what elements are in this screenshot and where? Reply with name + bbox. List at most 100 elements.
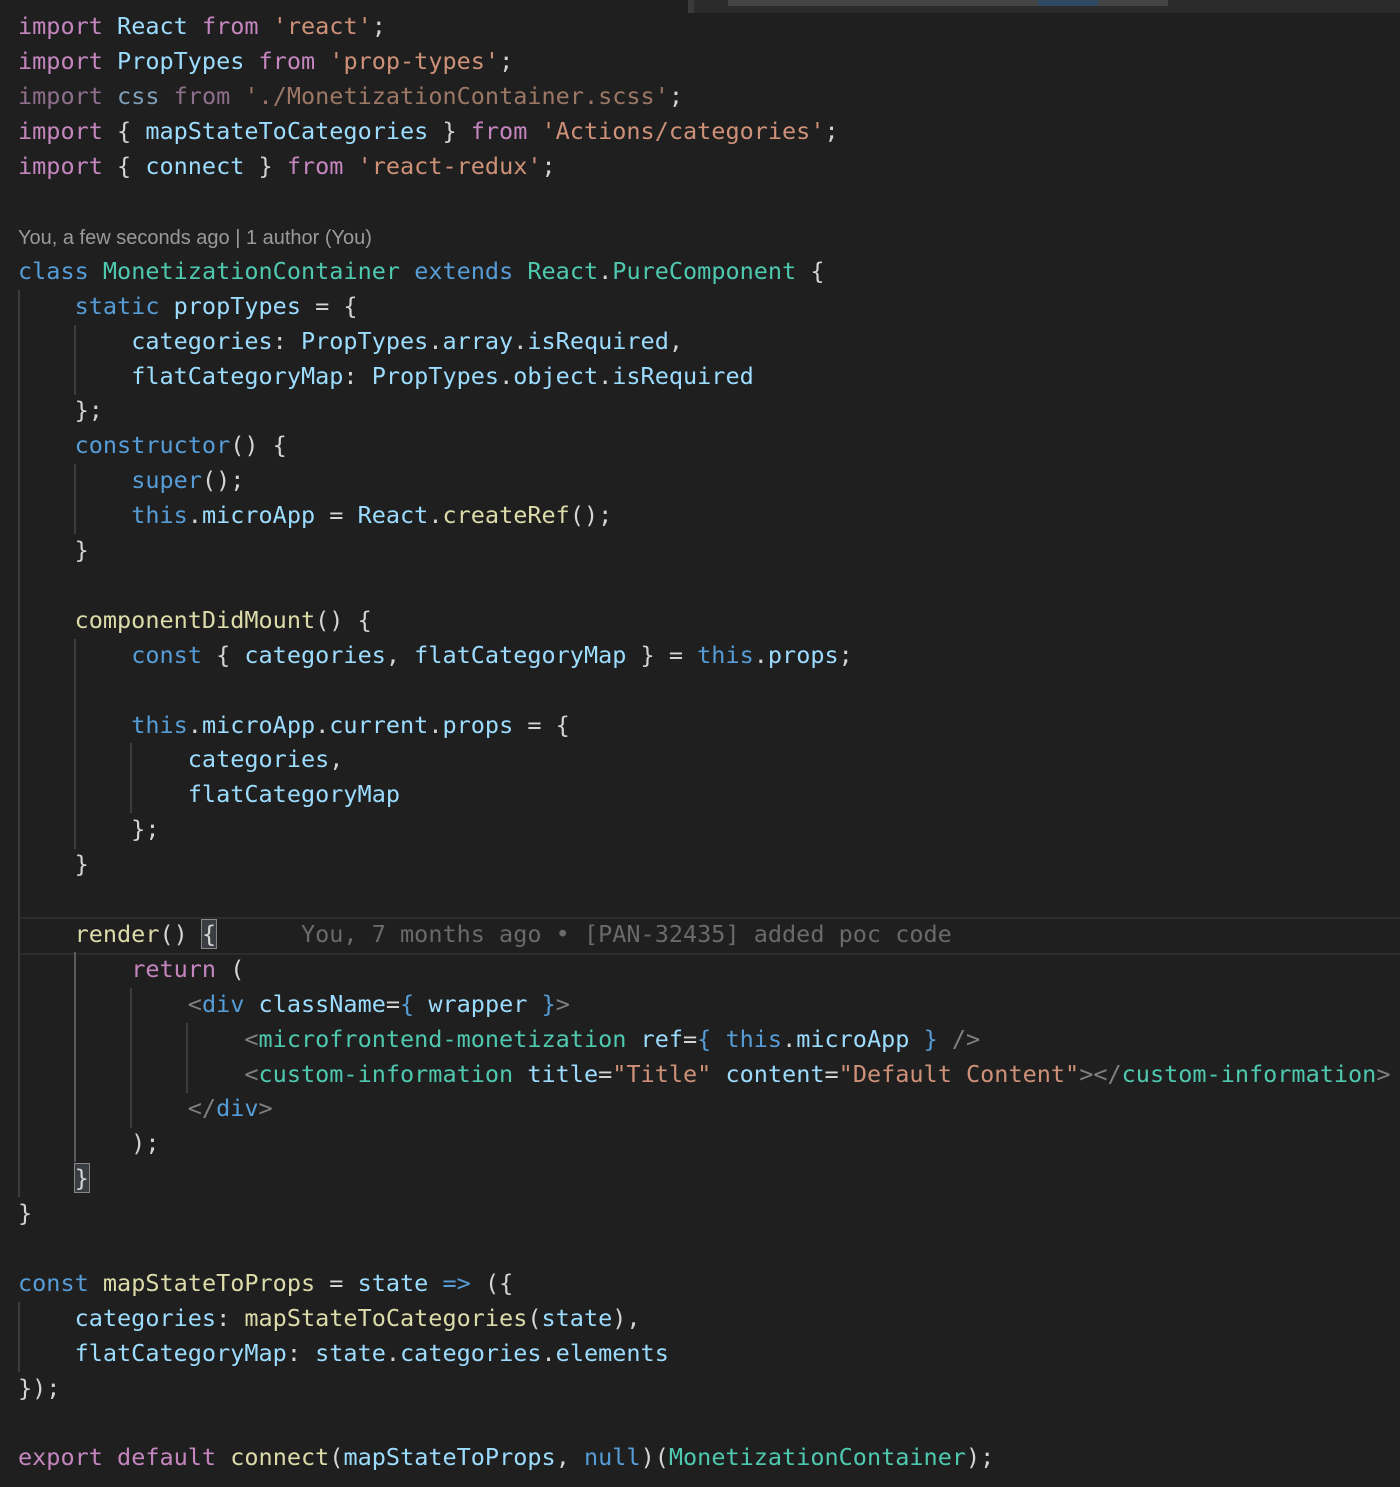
token: .	[187, 501, 202, 529]
code-line[interactable]: static propTypes = {	[18, 289, 358, 324]
token: 'prop-types'	[329, 47, 500, 75]
token: .	[541, 1339, 556, 1367]
token: :	[216, 1304, 245, 1332]
code-line[interactable]: import { connect } from 'react-redux';	[18, 149, 556, 184]
code-line[interactable]: super();	[18, 463, 244, 498]
token: >	[555, 990, 570, 1018]
token: ({	[470, 1269, 514, 1297]
token: <	[244, 1025, 259, 1053]
inline-git-blame[interactable]: You, 7 months ago • [PAN-32435] added po…	[301, 920, 952, 948]
token: const	[18, 1269, 89, 1297]
token: {	[102, 117, 146, 145]
code-line[interactable]: }	[18, 1196, 32, 1231]
token: object	[513, 362, 599, 390]
token: content	[725, 1060, 825, 1088]
token: }	[18, 850, 89, 878]
token: PureComponent	[612, 257, 797, 285]
code-line[interactable]: }	[18, 847, 89, 882]
token: this	[725, 1025, 783, 1053]
code-line[interactable]: import css from './MonetizationContainer…	[18, 79, 683, 114]
token: import	[18, 47, 103, 75]
code-line[interactable]: import { mapStateToCategories } from 'Ac…	[18, 114, 839, 149]
token: import	[18, 82, 103, 110]
peek-scrollbar[interactable]	[728, 0, 1168, 6]
code-line[interactable]: import PropTypes from 'prop-types';	[18, 44, 513, 79]
code-line[interactable]: return (	[18, 952, 244, 987]
token: .	[499, 362, 514, 390]
token: (	[527, 1304, 542, 1332]
code-line[interactable]: categories,	[18, 742, 344, 777]
token: null	[583, 1443, 641, 1471]
code-line[interactable]: this.microApp = React.createRef();	[18, 498, 612, 533]
token: props	[442, 711, 514, 739]
code-line[interactable]: this.microApp.current.props = {	[18, 708, 570, 743]
token: "Title"	[612, 1060, 712, 1088]
code-line[interactable]: <div className={ wrapper }>	[18, 987, 570, 1022]
code-line[interactable]: };	[18, 393, 103, 428]
code-line[interactable]: export default connect(mapStateToProps, …	[18, 1440, 994, 1475]
token: import	[18, 152, 103, 180]
token: custom-information	[1121, 1060, 1377, 1088]
token: categories	[187, 745, 330, 773]
code-line[interactable]: componentDidMount() {	[18, 603, 372, 638]
token: ();	[201, 466, 245, 494]
code-line[interactable]: <custom-information title="Title" conten…	[18, 1057, 1390, 1092]
code-line[interactable]: const { categories, flatCategoryMap } = …	[18, 638, 853, 673]
token: from	[173, 82, 231, 110]
code-line[interactable]: }	[18, 533, 89, 568]
token: ;	[824, 117, 839, 145]
code-line[interactable]: const mapStateToProps = state => ({	[18, 1266, 513, 1301]
token: .	[598, 257, 613, 285]
token: render	[74, 920, 160, 948]
code-editor[interactable]: import React from 'react'; import PropTy…	[0, 0, 1400, 1487]
code-line[interactable]: );	[18, 1126, 159, 1161]
token: wrapper	[428, 990, 528, 1018]
token: >	[1376, 1060, 1391, 1088]
token: microApp	[201, 501, 316, 529]
token: microfrontend-monetization	[258, 1025, 627, 1053]
git-blame-codelens[interactable]: You, a few seconds ago | 1 author (You)	[18, 221, 372, 256]
code-line[interactable]: flatCategoryMap: PropTypes.object.isRequ…	[18, 359, 754, 394]
token: static	[74, 292, 160, 320]
code-line[interactable]: categories: PropTypes.array.isRequired,	[18, 324, 683, 359]
token: .	[428, 501, 443, 529]
code-line[interactable]: class MonetizationContainer extends Reac…	[18, 254, 825, 289]
code-line[interactable]: </div>	[18, 1091, 273, 1126]
token: = {	[300, 292, 358, 320]
token: ;	[499, 47, 514, 75]
code-line[interactable]: <microfrontend-monetization ref={ this.m…	[18, 1022, 980, 1057]
token: state	[357, 1269, 429, 1297]
token: extends	[414, 257, 514, 285]
code-line[interactable]: import React from 'react';	[18, 9, 386, 44]
token: ,	[329, 745, 344, 773]
code-line[interactable]: constructor() {	[18, 428, 287, 463]
code-line-current[interactable]: render() { You, 7 months ago • [PAN-3243…	[18, 917, 952, 952]
token: .	[187, 711, 202, 739]
token: mapStateToCategories	[244, 1304, 528, 1332]
token: =	[683, 1025, 698, 1053]
code-line[interactable]: flatCategoryMap: state.categories.elemen…	[18, 1336, 669, 1371]
token: isRequired	[527, 327, 669, 355]
code-line[interactable]: });	[18, 1371, 60, 1406]
code-line[interactable]: flatCategoryMap	[18, 777, 400, 812]
token: };	[18, 396, 103, 424]
code-line[interactable]: };	[18, 812, 159, 847]
token: ;	[838, 641, 853, 669]
code-line[interactable]: }	[18, 1161, 90, 1196]
code-line[interactable]: categories: mapStateToCategories(state),	[18, 1301, 641, 1336]
